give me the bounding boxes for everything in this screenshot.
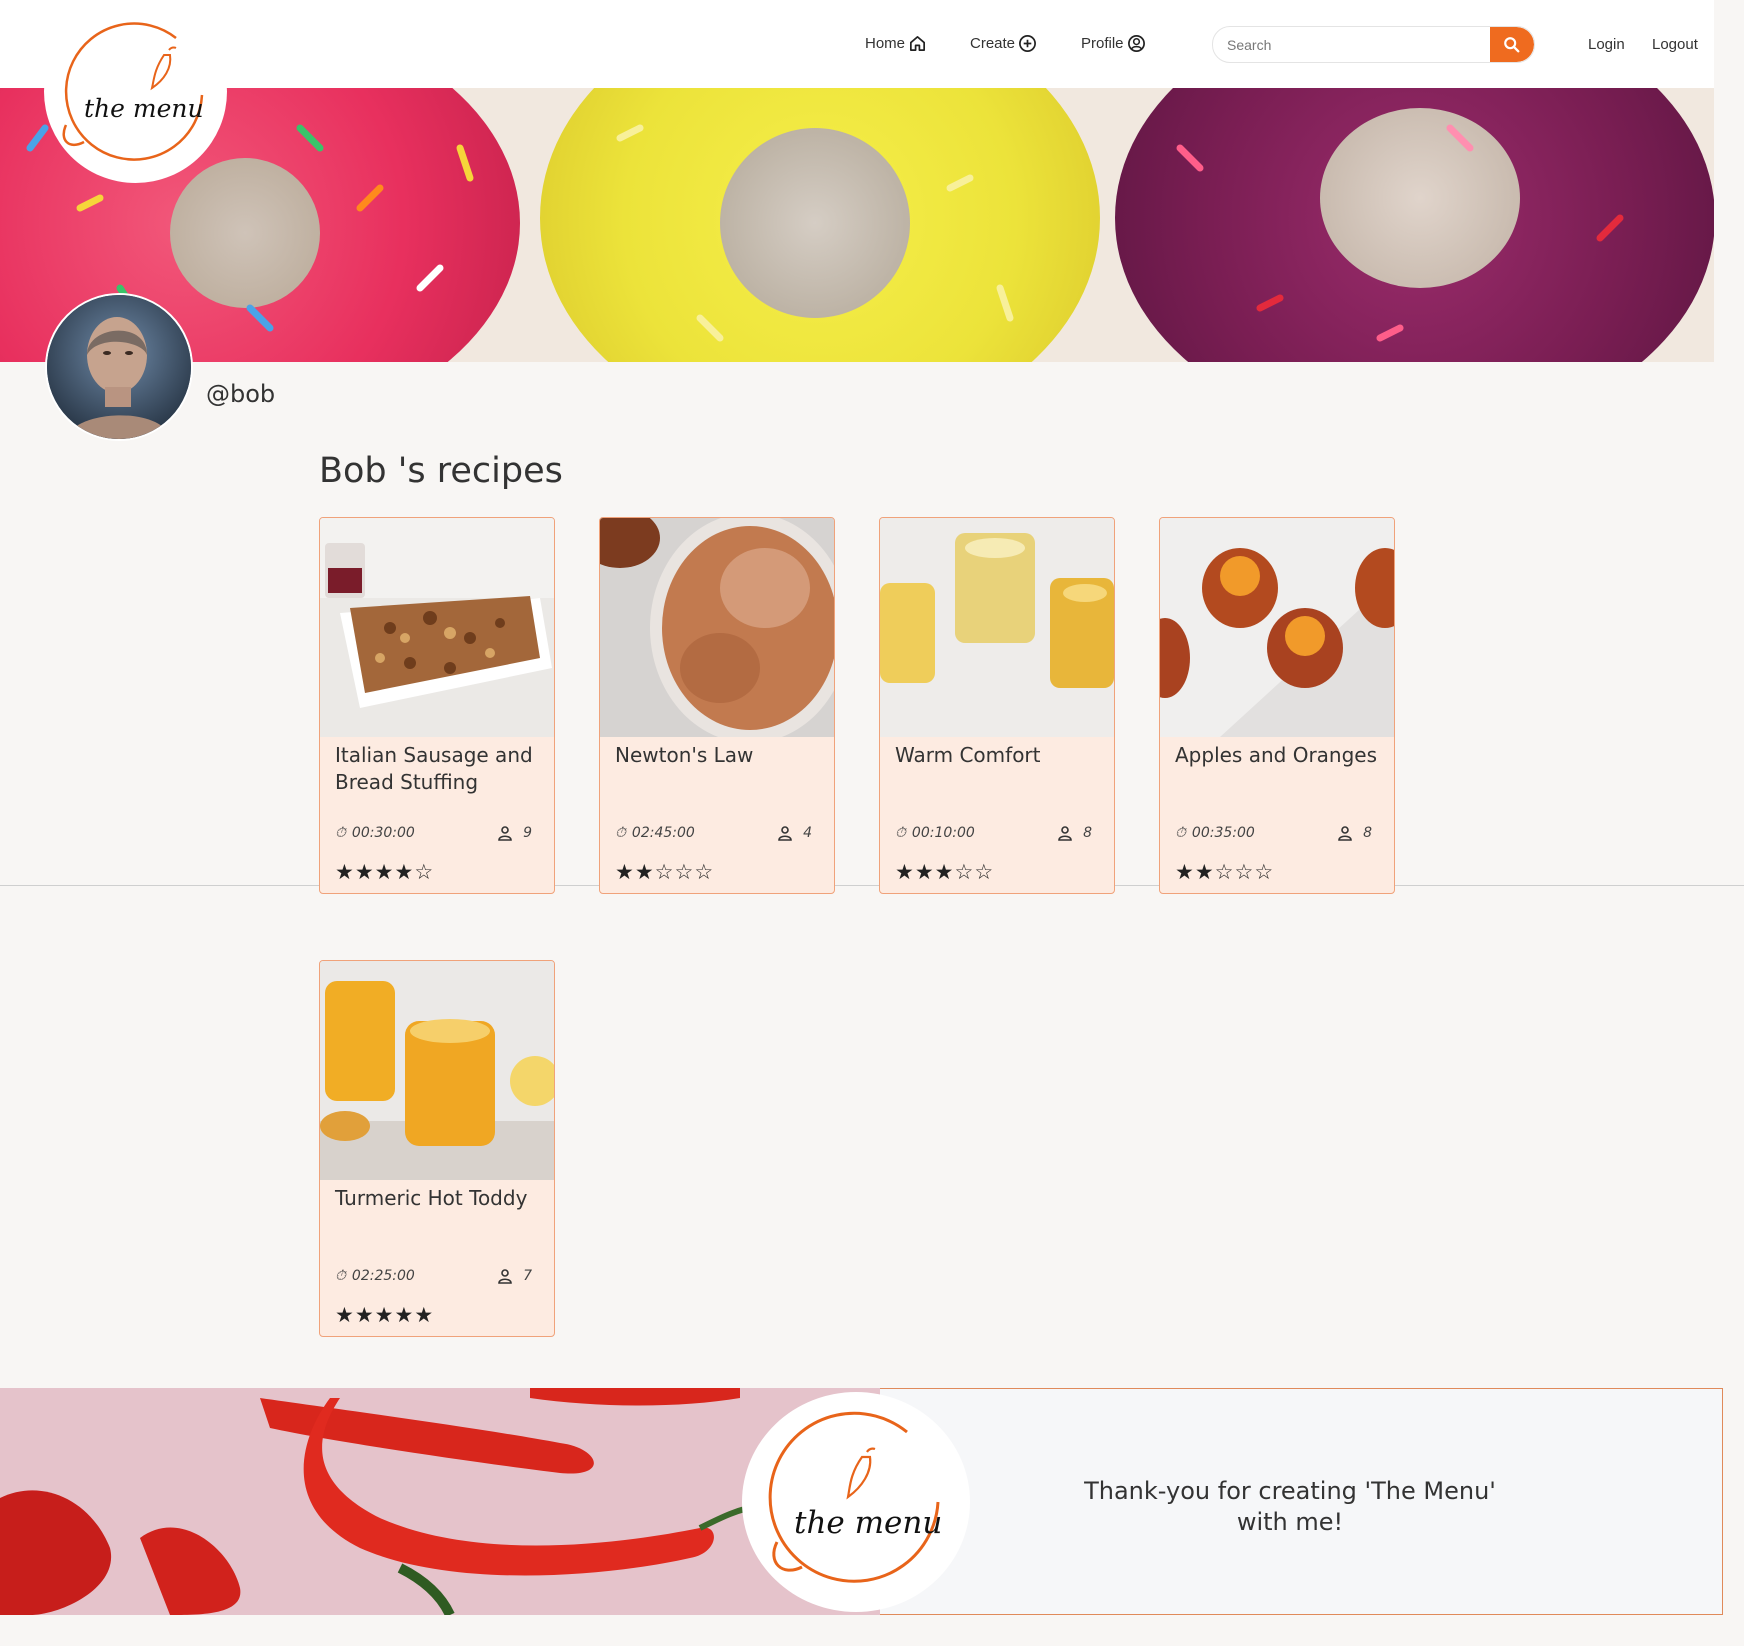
star-empty-icon: ☆ — [674, 860, 695, 884]
rating-stars: ★★☆☆☆ — [615, 860, 714, 884]
plus-circle-icon — [1019, 35, 1036, 52]
divider — [0, 885, 1744, 886]
top-nav: Home Create Profile Login Logout — [0, 0, 1714, 88]
star-empty-icon: ☆ — [1254, 860, 1275, 884]
recipe-card[interactable]: Apples and Oranges ⏱ 00:35:00 8 ★★☆☆☆ — [1159, 517, 1395, 894]
person-icon — [1338, 826, 1352, 841]
star-empty-icon: ☆ — [414, 860, 435, 884]
recipe-time: 00:10:00 — [911, 825, 975, 841]
logo-text: the menu — [794, 1505, 943, 1541]
star-filled-icon: ★ — [335, 1303, 355, 1327]
recipe-image — [320, 961, 554, 1180]
star-filled-icon: ★ — [1175, 860, 1195, 884]
recipe-image — [1160, 518, 1394, 737]
recipe-card[interactable]: Newton's Law ⏱ 02:45:00 4 ★★☆☆☆ — [599, 517, 835, 894]
recipe-image — [880, 518, 1114, 737]
timer-icon: ⏱ — [335, 825, 346, 841]
user-circle-icon — [1127, 35, 1145, 52]
person-icon — [498, 1269, 512, 1284]
home-icon — [910, 35, 926, 52]
recipe-time: 02:45:00 — [631, 825, 695, 841]
timer-icon: ⏱ — [1175, 825, 1186, 841]
nav-create-label: Create — [970, 35, 1016, 52]
recipe-title: Italian Sausage and Bread Stuffing — [335, 743, 533, 794]
site-logo[interactable]: the menu — [44, 0, 227, 183]
nav-create[interactable]: Create — [970, 34, 1037, 53]
search-icon — [1504, 36, 1520, 52]
star-empty-icon: ☆ — [954, 860, 975, 884]
star-filled-icon: ★ — [1194, 860, 1215, 884]
timer-icon: ⏱ — [895, 825, 906, 841]
star-filled-icon: ★ — [934, 860, 955, 884]
logout-link[interactable]: Logout — [1652, 36, 1698, 53]
timer-icon: ⏱ — [615, 825, 626, 841]
nav-home-label: Home — [865, 35, 906, 52]
recipe-servings: 4 — [803, 825, 812, 841]
recipe-time: 02:25:00 — [351, 1268, 415, 1284]
recipe-title: Turmeric Hot Toddy — [335, 1186, 528, 1210]
timer-icon: ⏱ — [335, 1268, 346, 1284]
star-filled-icon: ★ — [374, 1303, 395, 1327]
search-button[interactable] — [1490, 27, 1534, 62]
recipe-image — [600, 518, 834, 737]
search-input[interactable] — [1225, 27, 1479, 62]
recipe-title: Warm Comfort — [895, 743, 1041, 767]
rating-stars: ★★★★★ — [335, 1303, 434, 1327]
star-empty-icon: ☆ — [694, 860, 715, 884]
rating-stars: ★★★★☆ — [335, 860, 434, 884]
star-empty-icon: ☆ — [654, 860, 675, 884]
search-bar — [1212, 26, 1535, 63]
recipe-image — [320, 518, 554, 737]
recipe-card[interactable]: Warm Comfort ⏱ 00:10:00 8 ★★★☆☆ — [879, 517, 1115, 894]
nav-profile[interactable]: Profile — [1081, 34, 1146, 53]
star-filled-icon: ★ — [394, 860, 415, 884]
star-empty-icon: ☆ — [974, 860, 995, 884]
star-empty-icon: ☆ — [1214, 860, 1235, 884]
recipe-servings: 7 — [523, 1268, 532, 1284]
logo-text: the menu — [84, 94, 204, 123]
recipe-card[interactable]: Turmeric Hot Toddy ⏱ 02:25:00 7 ★★★★★ — [319, 960, 555, 1337]
star-filled-icon: ★ — [895, 860, 915, 884]
profile-username: @bob — [206, 380, 276, 408]
recipe-time: 00:30:00 — [351, 825, 415, 841]
recipe-servings: 9 — [523, 825, 532, 841]
avatar — [45, 293, 193, 441]
recipe-title: Apples and Oranges — [1175, 743, 1378, 767]
star-filled-icon: ★ — [394, 1303, 415, 1327]
person-icon — [1058, 826, 1072, 841]
person-icon — [778, 826, 792, 841]
nav-home[interactable]: Home — [865, 34, 927, 53]
person-icon — [498, 826, 512, 841]
profile-banner-image — [0, 88, 1714, 362]
login-link[interactable]: Login — [1588, 36, 1625, 53]
star-filled-icon: ★ — [914, 860, 935, 884]
chili-logo-icon — [768, 1411, 940, 1583]
nav-profile-label: Profile — [1081, 35, 1124, 52]
footer-logo: the menu — [742, 1392, 970, 1612]
sprinkles — [26, 124, 1624, 342]
recipe-time: 00:35:00 — [1191, 825, 1255, 841]
star-filled-icon: ★ — [615, 860, 635, 884]
star-empty-icon: ☆ — [1234, 860, 1255, 884]
recipe-title: Newton's Law — [615, 743, 754, 767]
star-filled-icon: ★ — [634, 860, 655, 884]
chili-logo-icon — [62, 22, 204, 161]
star-filled-icon: ★ — [354, 1303, 375, 1327]
recipe-card[interactable]: Italian Sausage and Bread Stuffing ⏱ 00:3… — [319, 517, 555, 894]
star-filled-icon: ★ — [335, 860, 355, 884]
rating-stars: ★★☆☆☆ — [1175, 860, 1274, 884]
star-filled-icon: ★ — [354, 860, 375, 884]
star-filled-icon: ★ — [414, 1303, 435, 1327]
footer: the menu Thank-you for creating 'The Men… — [0, 1388, 1724, 1615]
recipe-servings: 8 — [1083, 825, 1092, 841]
recipe-servings: 8 — [1363, 825, 1372, 841]
page-title: Bob 's recipes — [319, 451, 563, 491]
footer-thanks-text: Thank-you for creating 'The Menu' with m… — [1084, 1477, 1496, 1536]
rating-stars: ★★★☆☆ — [895, 860, 994, 884]
star-filled-icon: ★ — [374, 860, 395, 884]
